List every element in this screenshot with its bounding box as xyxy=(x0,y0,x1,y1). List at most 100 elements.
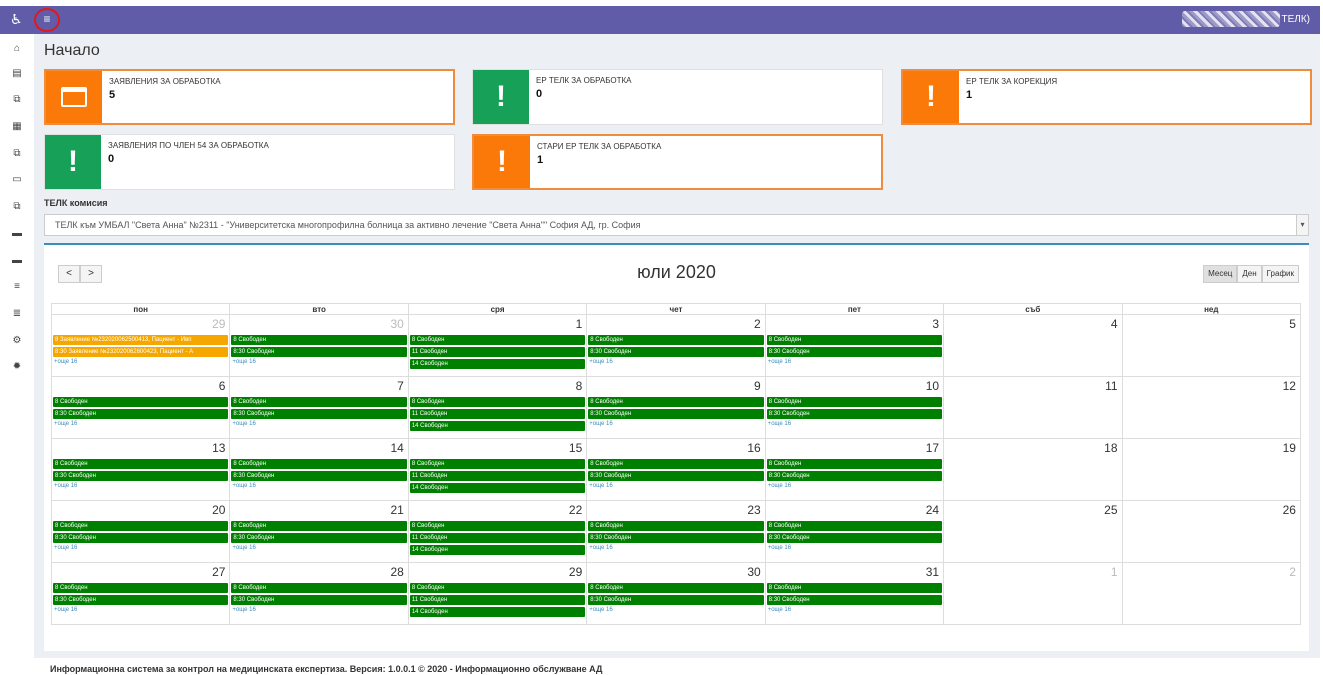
free-slot-event[interactable]: 8:30 Свободен xyxy=(231,409,407,419)
free-slot-event[interactable]: 8 Свободен xyxy=(588,459,764,469)
free-slot-event[interactable]: 8 Свободен xyxy=(231,335,407,345)
prev-month-button[interactable]: < xyxy=(58,265,80,283)
calendar-day[interactable]: 13 8 Свободен 8:30 Свободен +още 16 xyxy=(52,439,231,500)
more-events-link[interactable]: +още 16 xyxy=(589,545,612,551)
list-icon[interactable]: ≡ xyxy=(0,276,34,298)
free-slot-event[interactable]: 11 Свободен xyxy=(409,595,586,605)
free-slot-event[interactable]: 8:30 Свободен xyxy=(588,533,764,543)
appointment-event[interactable]: 8:30 Заявление №232020062600423, Пациент… xyxy=(53,347,229,357)
more-events-link[interactable]: +още 16 xyxy=(54,607,77,613)
gear-icon[interactable]: ✹ xyxy=(0,356,34,378)
free-slot-event[interactable]: 8:30 Свободен xyxy=(53,409,229,419)
free-slot-event[interactable]: 8:30 Свободен xyxy=(766,595,943,605)
copy-icon[interactable]: ⧉ xyxy=(0,89,34,111)
calendar-day[interactable]: 1 8 Свободен 11 Свободен 14 Свободен xyxy=(409,315,588,376)
free-slot-event[interactable]: 8 Свободен xyxy=(588,335,764,345)
free-slot-event[interactable]: 8:30 Свободен xyxy=(231,347,407,357)
document-icon[interactable]: ▤ xyxy=(0,63,34,85)
calendar-day[interactable]: 25 xyxy=(944,501,1123,562)
database-icon[interactable]: ≣ xyxy=(0,303,34,325)
calendar-day[interactable]: 11 xyxy=(944,377,1123,438)
user-menu[interactable]: ТЕЛК) xyxy=(1181,10,1310,28)
free-slot-event[interactable]: 8:30 Свободен xyxy=(231,533,407,543)
calendar-day[interactable]: 16 8 Свободен 8:30 Свободен +още 16 xyxy=(587,439,766,500)
free-slot-event[interactable]: 8 Свободен xyxy=(766,459,943,469)
more-events-link[interactable]: +още 16 xyxy=(768,421,791,427)
next-month-button[interactable]: > xyxy=(80,265,102,283)
folder-icon[interactable]: ▭ xyxy=(0,169,34,191)
calendar-day[interactable]: 8 8 Свободен 11 Свободен 14 Свободен xyxy=(409,377,588,438)
calendar-day[interactable]: 4 xyxy=(944,315,1123,376)
free-slot-event[interactable]: 8 Свободен xyxy=(766,335,943,345)
copy-icon-2[interactable]: ⧉ xyxy=(0,143,34,165)
free-slot-event[interactable]: 8 Свободен xyxy=(409,521,586,531)
free-slot-event[interactable]: 8 Свободен xyxy=(53,583,229,593)
calendar-day[interactable]: 2 xyxy=(1123,563,1301,624)
free-slot-event[interactable]: 8 Свободен xyxy=(588,521,764,531)
card-icon-2[interactable]: ▬ xyxy=(0,250,34,272)
tile-art54-applications[interactable]: ! ЗАЯВЛЕНИЯ ПО ЧЛЕН 54 ЗА ОБРАБОТКА 0 xyxy=(44,134,455,190)
free-slot-event[interactable]: 8 Свободен xyxy=(409,583,586,593)
home-icon[interactable]: ⌂ xyxy=(0,38,34,60)
more-events-link[interactable]: +още 16 xyxy=(589,483,612,489)
free-slot-event[interactable]: 8:30 Свободен xyxy=(588,471,764,481)
free-slot-event[interactable]: 8:30 Свободен xyxy=(588,409,764,419)
view-month-button[interactable]: Месец xyxy=(1203,265,1238,283)
tile-old-er-telk[interactable]: ! СТАРИ ЕР ТЕЛК ЗА ОБРАБОТКА 1 xyxy=(472,134,883,190)
free-slot-event[interactable]: 8 Свободен xyxy=(53,521,229,531)
calendar-day[interactable]: 27 8 Свободен 8:30 Свободен +още 16 xyxy=(52,563,231,624)
calendar-day[interactable]: 20 8 Свободен 8:30 Свободен +още 16 xyxy=(52,501,231,562)
more-events-link[interactable]: +още 16 xyxy=(54,483,77,489)
free-slot-event[interactable]: 8 Свободен xyxy=(231,397,407,407)
free-slot-event[interactable]: 8:30 Свободен xyxy=(53,595,229,605)
free-slot-event[interactable]: 8:30 Свободен xyxy=(231,471,407,481)
free-slot-event[interactable]: 14 Свободен xyxy=(409,421,586,431)
cogs-icon[interactable]: ⚙ xyxy=(0,330,34,352)
tile-er-telk[interactable]: ! ЕР ТЕЛК ЗА ОБРАБОТКА 0 xyxy=(472,69,883,125)
free-slot-event[interactable]: 8:30 Свободен xyxy=(766,471,943,481)
free-slot-event[interactable]: 8:30 Свободен xyxy=(588,347,764,357)
free-slot-event[interactable]: 8 Свободен xyxy=(766,397,943,407)
free-slot-event[interactable]: 14 Свободен xyxy=(409,483,586,493)
calendar-day[interactable]: 22 8 Свободен 11 Свободен 14 Свободен xyxy=(409,501,588,562)
free-slot-event[interactable]: 8 Свободен xyxy=(409,397,586,407)
calendar-day[interactable]: 29 8 Свободен 11 Свободен 14 Свободен xyxy=(409,563,588,624)
chevron-down-icon[interactable]: ▾ xyxy=(1296,215,1308,235)
tile-applications[interactable]: ЗАЯВЛЕНИЯ ЗА ОБРАБОТКА 5 xyxy=(44,69,455,125)
free-slot-event[interactable]: 8 Свободен xyxy=(231,459,407,469)
calendar-day[interactable]: 2 8 Свободен 8:30 Свободен +още 16 xyxy=(587,315,766,376)
free-slot-event[interactable]: 8:30 Свободен xyxy=(766,533,943,543)
view-schedule-button[interactable]: График xyxy=(1261,265,1299,283)
more-events-link[interactable]: +още 16 xyxy=(768,359,791,365)
free-slot-event[interactable]: 8 Свободен xyxy=(231,583,407,593)
calendar-day[interactable]: 5 xyxy=(1123,315,1301,376)
calendar-day[interactable]: 31 8 Свободен 8:30 Свободен +още 16 xyxy=(766,563,945,624)
calendar-day[interactable]: 30 8 Свободен 8:30 Свободен +още 16 xyxy=(230,315,409,376)
free-slot-event[interactable]: 8:30 Свободен xyxy=(231,595,407,605)
appointment-event[interactable]: 8 Заявление №232020062500413, Пациент - … xyxy=(53,335,229,345)
more-events-link[interactable]: +още 16 xyxy=(768,545,791,551)
free-slot-event[interactable]: 8 Свободен xyxy=(53,397,229,407)
free-slot-event[interactable]: 8:30 Свободен xyxy=(766,347,943,357)
more-events-link[interactable]: +още 16 xyxy=(232,359,255,365)
more-events-link[interactable]: +още 16 xyxy=(589,359,612,365)
free-slot-event[interactable]: 11 Свободен xyxy=(409,533,586,543)
more-events-link[interactable]: +още 16 xyxy=(232,421,255,427)
more-events-link[interactable]: +още 16 xyxy=(54,421,77,427)
more-events-link[interactable]: +още 16 xyxy=(232,483,255,489)
commission-select[interactable]: ТЕЛК към УМБАЛ "Света Анна" №2311 - "Уни… xyxy=(44,214,1309,236)
calendar-icon[interactable]: ▦ xyxy=(0,116,34,138)
card-icon[interactable]: ▬ xyxy=(0,223,34,245)
more-events-link[interactable]: +още 16 xyxy=(768,483,791,489)
calendar-day[interactable]: 19 xyxy=(1123,439,1301,500)
free-slot-event[interactable]: 11 Свободен xyxy=(409,409,586,419)
free-slot-event[interactable]: 8:30 Свободен xyxy=(766,409,943,419)
free-slot-event[interactable]: 14 Свободен xyxy=(409,545,586,555)
free-slot-event[interactable]: 11 Свободен xyxy=(409,471,586,481)
free-slot-event[interactable]: 8:30 Свободен xyxy=(53,533,229,543)
more-events-link[interactable]: +още 16 xyxy=(768,607,791,613)
calendar-day[interactable]: 18 xyxy=(944,439,1123,500)
free-slot-event[interactable]: 8 Свободен xyxy=(231,521,407,531)
calendar-day[interactable]: 21 8 Свободен 8:30 Свободен +още 16 xyxy=(230,501,409,562)
calendar-day[interactable]: 29 8 Заявление №232020062500413, Пациент… xyxy=(52,315,231,376)
